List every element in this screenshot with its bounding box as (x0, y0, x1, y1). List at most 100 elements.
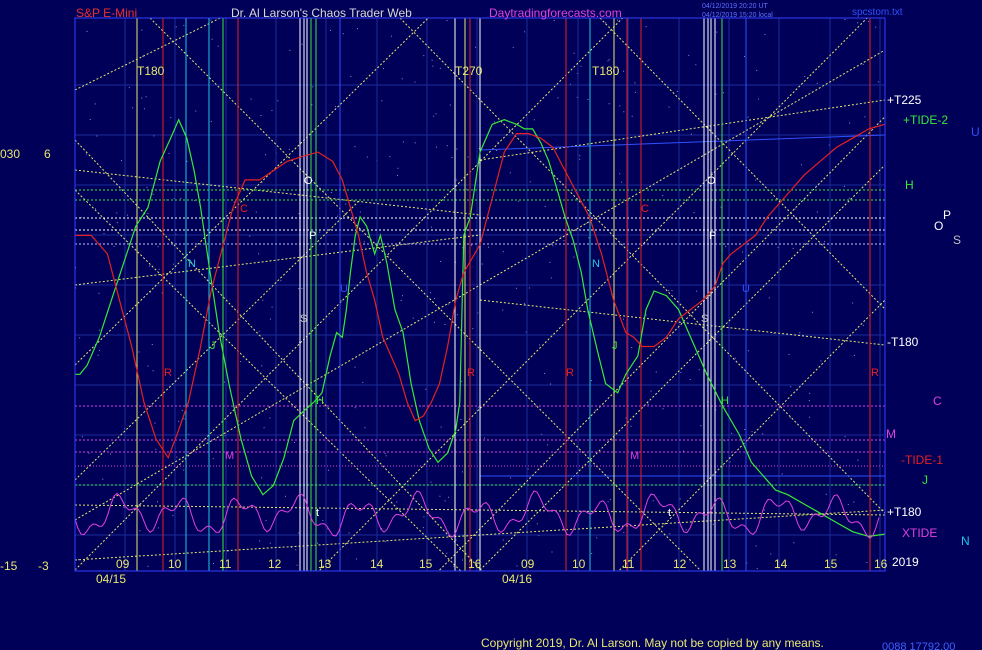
star (433, 321, 435, 323)
star (800, 164, 802, 166)
star (258, 330, 260, 332)
star (265, 154, 267, 156)
label-h: H (905, 178, 914, 192)
timestamp-local: 04/12/2019 15:20 local (702, 12, 773, 19)
star (414, 142, 416, 144)
star (433, 115, 435, 117)
star (669, 533, 671, 535)
star (857, 22, 859, 24)
star (497, 141, 499, 143)
hour-label: 12 (673, 557, 687, 571)
star (645, 26, 647, 28)
star (690, 133, 692, 135)
star (720, 206, 722, 208)
plot-letter: R (871, 367, 879, 379)
star (98, 292, 100, 294)
label-t225: +T225 (887, 93, 922, 107)
star (265, 520, 267, 522)
star (440, 260, 442, 262)
star (579, 158, 581, 160)
star (88, 452, 90, 454)
star (301, 288, 303, 290)
label-n: N (961, 534, 970, 548)
star (94, 103, 96, 105)
star (529, 181, 531, 183)
label-p: P (943, 208, 951, 222)
symbol-label: S&P E-Mini (76, 6, 137, 20)
star (397, 174, 399, 176)
star (116, 212, 118, 214)
star (698, 369, 700, 371)
star (434, 298, 435, 300)
star (847, 504, 849, 506)
plot-letter: N (592, 258, 600, 270)
plot-letter: R (467, 367, 475, 379)
star (86, 30, 88, 32)
star (781, 473, 783, 475)
star (186, 160, 188, 162)
star (680, 372, 682, 374)
star (456, 314, 458, 316)
label-minus-t180: -T180 (887, 335, 919, 349)
footer-code: 0088 17792.00 (882, 641, 955, 650)
star (487, 246, 489, 248)
star (516, 565, 518, 567)
star (711, 172, 713, 174)
label-c: C (933, 394, 942, 408)
star (89, 119, 91, 121)
star (516, 287, 518, 289)
star (668, 106, 670, 108)
chart-title: Dr. Al Larson's Chaos Trader Web (231, 6, 412, 20)
star (213, 563, 215, 565)
star (536, 523, 538, 525)
star (716, 31, 718, 33)
y-label-minus3: -3 (38, 559, 49, 573)
star (172, 515, 174, 517)
star (607, 501, 609, 503)
star (312, 86, 314, 88)
star (662, 194, 664, 196)
star (390, 35, 392, 37)
star (475, 46, 477, 48)
star (149, 265, 151, 267)
site-link[interactable]: Daytradingforecasts.com (489, 6, 622, 20)
star (269, 318, 271, 320)
star (446, 145, 448, 147)
star (109, 453, 111, 455)
star (631, 347, 633, 349)
date-label-0415: 04/15 (96, 572, 126, 586)
star (97, 354, 99, 356)
star (456, 148, 458, 150)
star (337, 215, 339, 217)
star (210, 19, 212, 21)
star (168, 152, 170, 154)
star (178, 420, 180, 422)
star (502, 251, 504, 253)
star (259, 540, 261, 542)
star (579, 155, 581, 157)
star (181, 410, 183, 412)
star (533, 119, 535, 121)
star (429, 292, 431, 294)
star (696, 290, 698, 292)
star (557, 97, 559, 99)
star (762, 433, 764, 435)
star (147, 365, 149, 367)
star (95, 208, 97, 210)
star (152, 370, 154, 372)
star (113, 245, 115, 247)
plot-letter: O (304, 175, 313, 187)
star (298, 288, 300, 290)
marker-t180-a: T180 (137, 64, 165, 78)
star (528, 287, 530, 289)
star (620, 181, 622, 183)
star (462, 559, 464, 561)
star (824, 241, 826, 243)
star (422, 527, 424, 529)
star (212, 458, 214, 460)
star (544, 372, 546, 374)
star (171, 485, 173, 487)
star (132, 107, 134, 109)
plot-letter: P (309, 230, 316, 242)
star (425, 388, 427, 390)
